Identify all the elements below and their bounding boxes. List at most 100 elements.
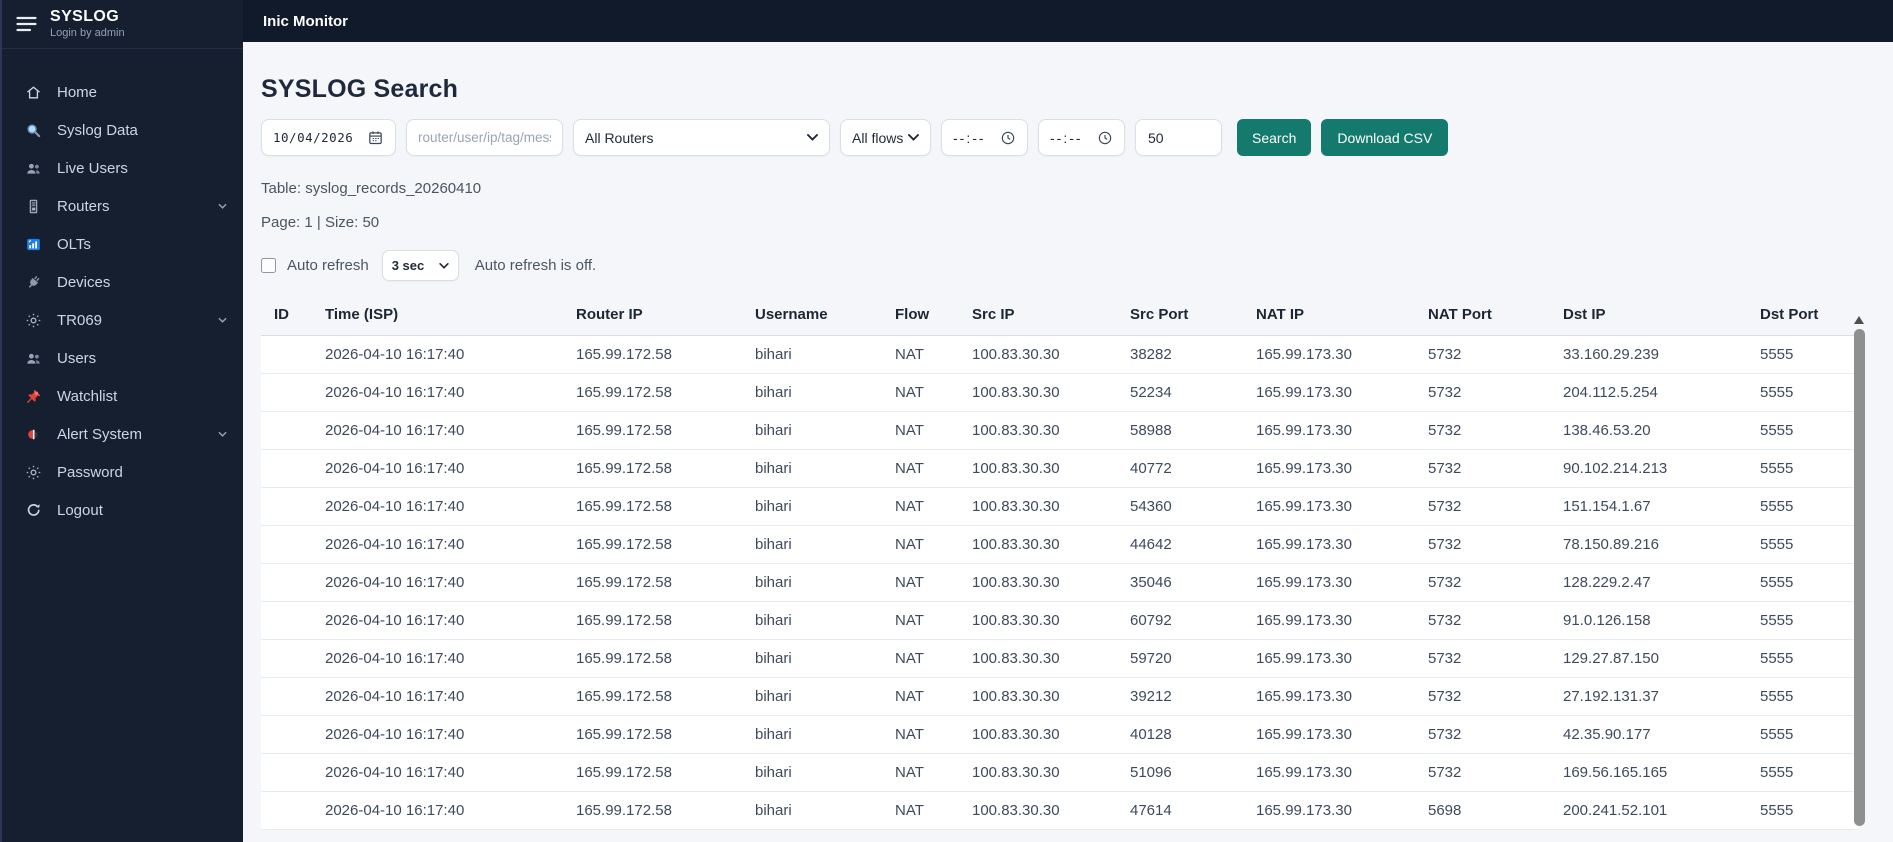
table-cell: 100.83.30.30	[964, 639, 1122, 678]
scrollbar-thumb[interactable]	[1853, 329, 1865, 826]
table-cell: 5555	[1752, 487, 1859, 526]
table-scrollbar	[1850, 316, 1868, 838]
chevron-down-icon	[908, 134, 919, 141]
sidebar-item-olts[interactable]: OLTs	[2, 225, 243, 263]
sidebar-item-routers[interactable]: Routers	[2, 187, 243, 225]
sidebar-item-label: Watchlist	[57, 387, 118, 405]
page-info-label: Page: 1 | Size: 50	[261, 214, 380, 231]
table-cell	[261, 563, 317, 602]
topbar: Inic Monitor	[243, 0, 1893, 42]
table-cell: 2026-04-10 16:17:40	[317, 563, 568, 602]
router-select[interactable]: All Routers	[573, 119, 830, 156]
table-cell: 100.83.30.30	[964, 715, 1122, 754]
table-row: 2026-04-10 16:17:40 165.99.172.58 bihari NA…	[261, 677, 1859, 716]
sidebar-item-password[interactable]: Password	[2, 453, 243, 491]
search-input[interactable]	[406, 119, 563, 156]
table-cell: NAT	[887, 449, 964, 488]
table-cell: 165.99.172.58	[568, 525, 747, 564]
table-cell: 165.99.173.30	[1248, 487, 1420, 526]
table-row: 2026-04-10 16:17:40 165.99.172.58 bihari NA…	[261, 715, 1859, 754]
table-row: 2026-04-10 16:17:40 165.99.172.58 bihari NA…	[261, 487, 1859, 526]
users-icon	[24, 349, 42, 367]
table-cell: 5555	[1752, 563, 1859, 602]
table-cell: NAT	[887, 639, 964, 678]
table-cell: 165.99.173.30	[1248, 601, 1420, 640]
table-cell: 100.83.30.30	[964, 753, 1122, 792]
table-cell	[261, 677, 317, 716]
table-cell: NAT	[887, 487, 964, 526]
sidebar-item-live-users[interactable]: Live Users	[2, 149, 243, 187]
refresh-interval-select[interactable]: 3 sec	[381, 250, 459, 281]
clock-icon[interactable]	[1000, 130, 1016, 146]
table-cell: 5555	[1752, 449, 1859, 488]
table-cell	[261, 791, 317, 830]
sidebar-item-syslog-data[interactable]: Syslog Data	[2, 111, 243, 149]
clock-icon[interactable]	[1097, 130, 1113, 146]
time-to-input[interactable]: --:--	[1038, 119, 1125, 156]
date-input[interactable]: 10/04/2026	[261, 119, 396, 156]
sidebar-item-home[interactable]: Home	[2, 73, 243, 111]
table-cell	[261, 487, 317, 526]
flow-select[interactable]: All flows	[840, 119, 931, 156]
table-cell: 58988	[1122, 411, 1248, 450]
table-cell: 5732	[1420, 487, 1555, 526]
table-cell: 5732	[1420, 753, 1555, 792]
home-icon	[24, 83, 42, 101]
flow-select-value: All flows	[852, 129, 904, 146]
table-cell: 27.192.131.37	[1555, 677, 1752, 716]
table-cell	[261, 525, 317, 564]
menu-icon[interactable]	[16, 16, 37, 32]
table-cell: 165.99.172.58	[568, 563, 747, 602]
table-cell: 5698	[1420, 791, 1555, 830]
table-cell: 60792	[1122, 601, 1248, 640]
table-cell: 5555	[1752, 639, 1859, 678]
table-cell: 100.83.30.30	[964, 601, 1122, 640]
table-cell: bihari	[747, 601, 887, 640]
table-cell: 5732	[1420, 677, 1555, 716]
table-cell: 2026-04-10 16:17:40	[317, 639, 568, 678]
table-cell: 165.99.172.58	[568, 449, 747, 488]
search-button[interactable]: Search	[1237, 119, 1312, 156]
logout-icon	[24, 501, 42, 519]
table-cell: 2026-04-10 16:17:40	[317, 601, 568, 640]
pin-icon	[24, 387, 42, 405]
table-cell: 2026-04-10 16:17:40	[317, 525, 568, 564]
table-row: 2026-04-10 16:17:40 165.99.172.58 bihari NA…	[261, 753, 1859, 792]
table-cell	[261, 449, 317, 488]
column-header: Router IP	[568, 298, 747, 336]
date-value: 10/04/2026	[273, 130, 354, 145]
auto-refresh-checkbox[interactable]	[261, 258, 276, 273]
gear-icon	[24, 463, 42, 481]
server-icon	[24, 197, 42, 215]
time-from-input[interactable]: --:--	[941, 119, 1028, 156]
sidebar-item-alert-system[interactable]: Alert System	[2, 415, 243, 453]
page-title: SYSLOG Search	[261, 75, 459, 103]
time-to-value: --:--	[1050, 129, 1083, 146]
sidebar-item-devices[interactable]: Devices	[2, 263, 243, 301]
chevron-down-icon	[439, 262, 449, 269]
table-cell: 165.99.172.58	[568, 791, 747, 830]
calendar-icon[interactable]	[367, 129, 384, 146]
table-cell: 5732	[1420, 449, 1555, 488]
sidebar-item-tr069[interactable]: TR069	[2, 301, 243, 339]
table-cell: 33.160.29.239	[1555, 335, 1752, 374]
sidebar-item-logout[interactable]: Logout	[2, 491, 243, 529]
table-cell	[261, 335, 317, 374]
table-cell	[261, 601, 317, 640]
download-csv-button[interactable]: Download CSV	[1321, 119, 1449, 156]
scroll-up-icon[interactable]	[1854, 316, 1864, 324]
sidebar-item-watchlist[interactable]: Watchlist	[2, 377, 243, 415]
sidebar-item-users[interactable]: Users	[2, 339, 243, 377]
table-cell: 165.99.172.58	[568, 411, 747, 450]
table-cell: 165.99.172.58	[568, 715, 747, 754]
table-cell: 44642	[1122, 525, 1248, 564]
table-cell: bihari	[747, 487, 887, 526]
table-cell: 165.99.172.58	[568, 601, 747, 640]
limit-input[interactable]	[1135, 119, 1222, 156]
table-cell: 2026-04-10 16:17:40	[317, 373, 568, 412]
table-cell: 78.150.89.216	[1555, 525, 1752, 564]
table-cell: 100.83.30.30	[964, 373, 1122, 412]
table-cell: NAT	[887, 525, 964, 564]
table-cell: 100.83.30.30	[964, 449, 1122, 488]
column-header: Dst IP	[1555, 298, 1752, 336]
